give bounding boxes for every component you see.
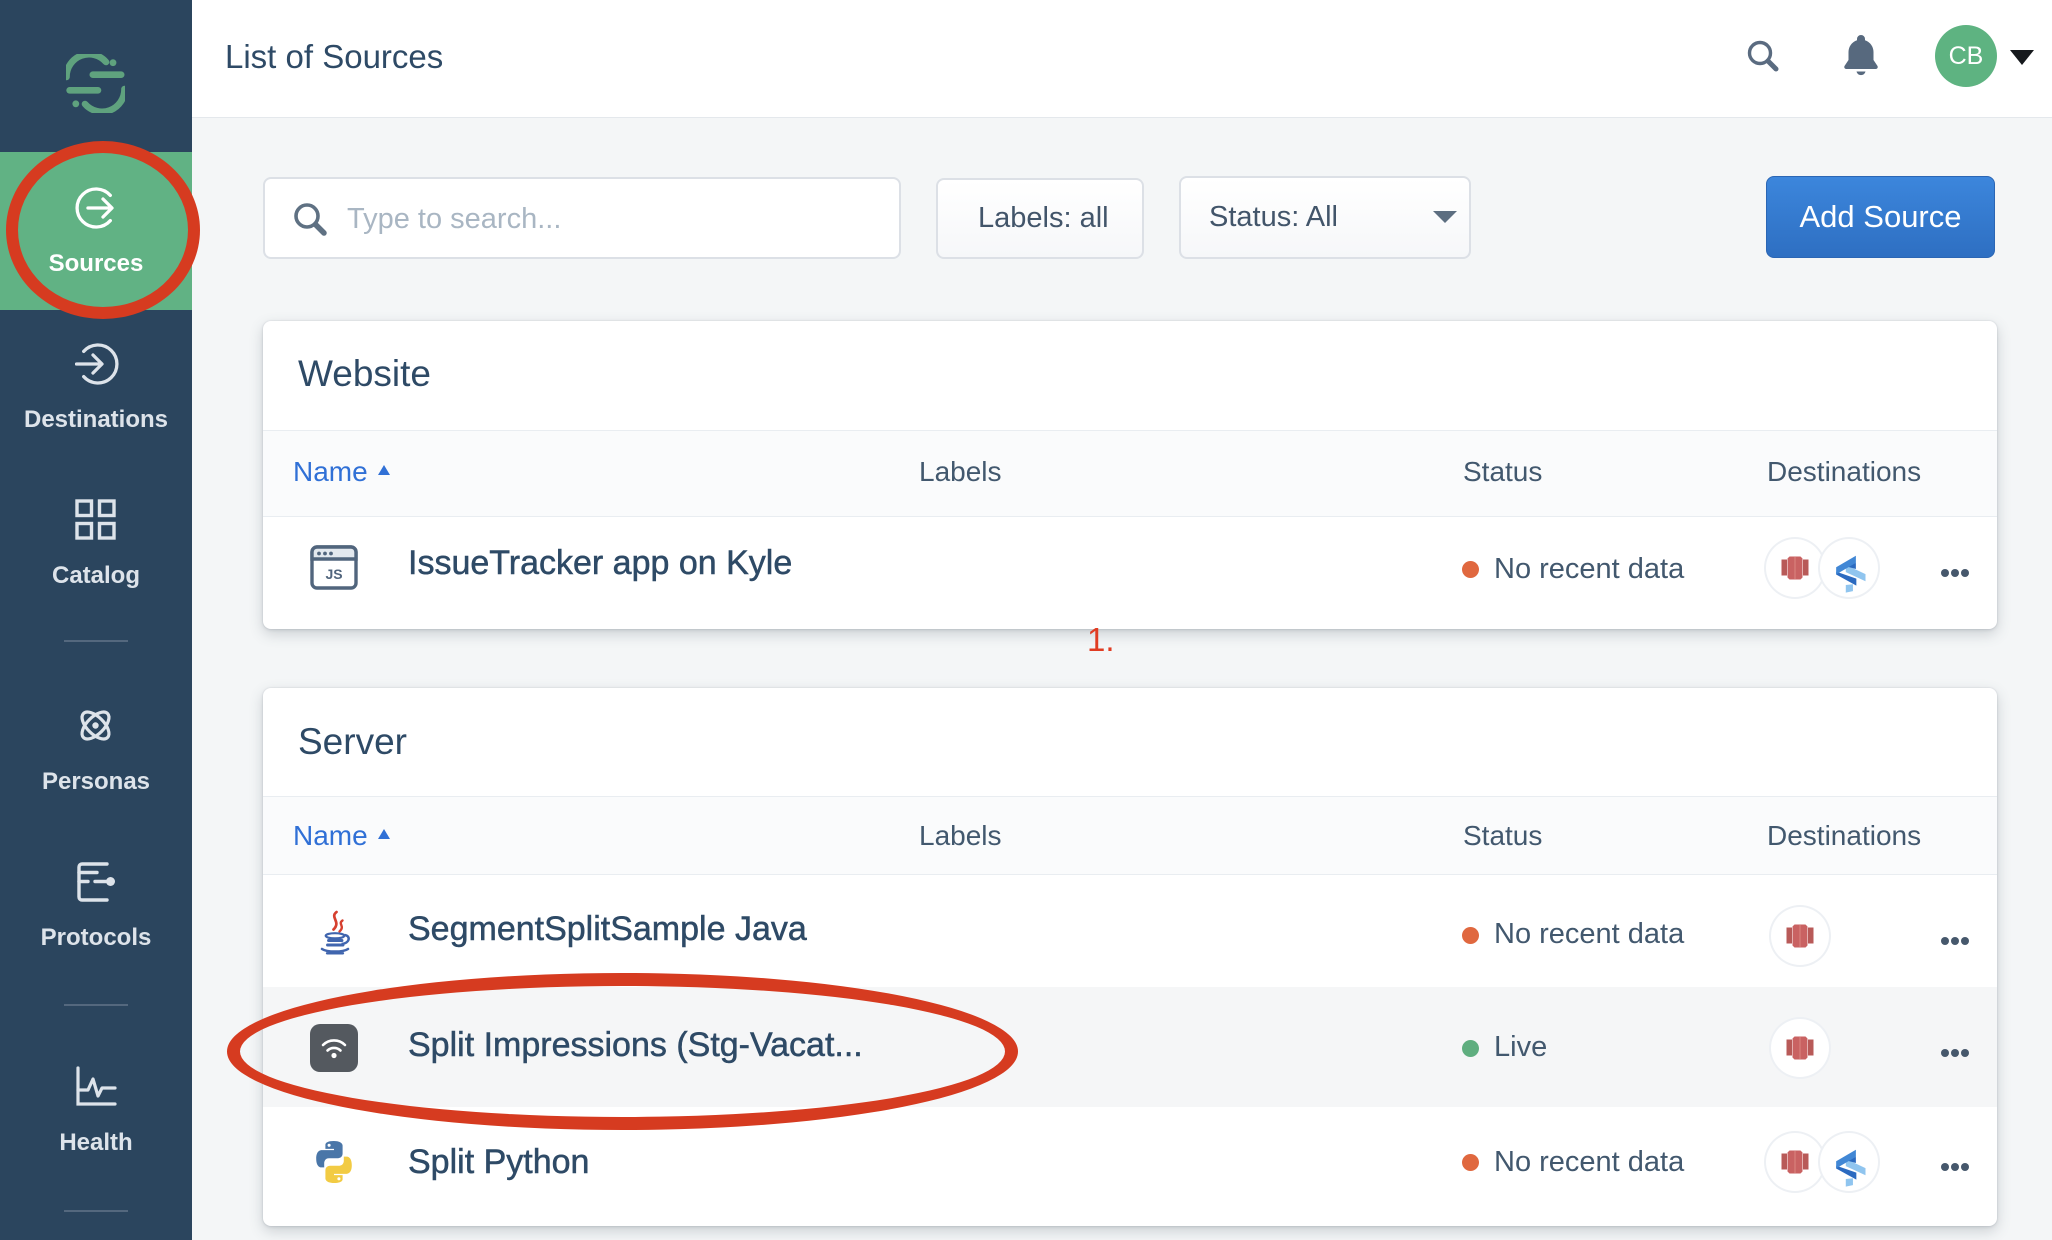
svg-text:JS: JS [325, 566, 342, 582]
